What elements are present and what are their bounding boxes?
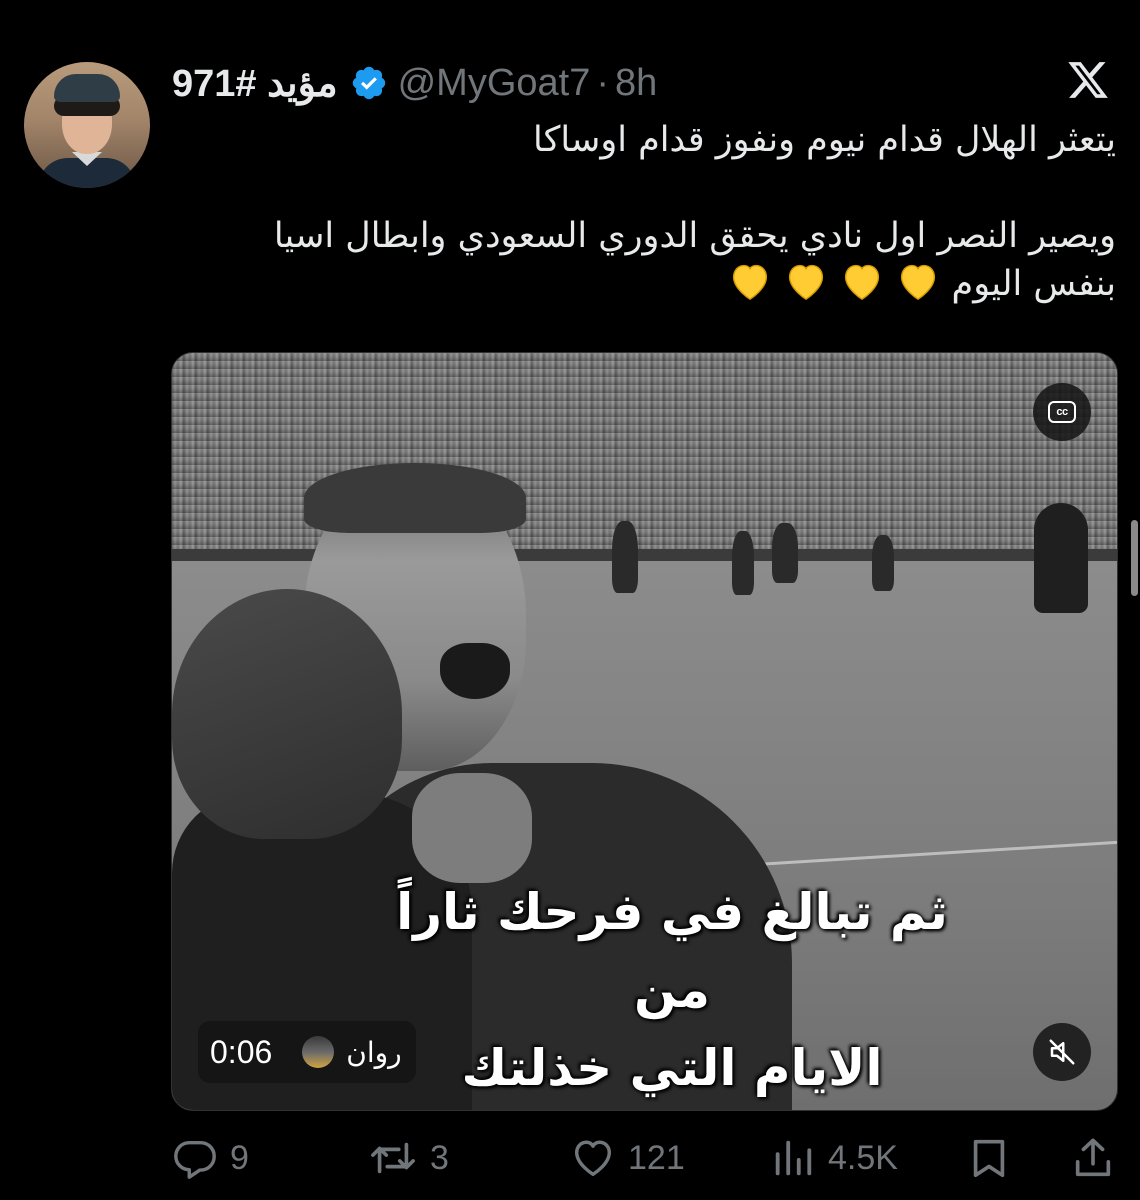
repost-count: 3 bbox=[430, 1138, 449, 1177]
closed-captions-button[interactable]: cc bbox=[1033, 383, 1091, 441]
yellow-heart-icon bbox=[900, 264, 935, 301]
reply-icon bbox=[174, 1140, 216, 1179]
display-name[interactable]: مؤيد #971 bbox=[172, 61, 338, 106]
yellow-heart-icon bbox=[788, 264, 823, 301]
scrollbar[interactable] bbox=[1131, 520, 1138, 596]
heart-outline-icon bbox=[574, 1140, 612, 1177]
separator-dot: · bbox=[596, 61, 610, 104]
like-count: 121 bbox=[628, 1138, 685, 1177]
video-duration: 0:06 bbox=[210, 1033, 273, 1070]
yellow-heart-icon bbox=[732, 264, 767, 301]
user-handle[interactable]: @MyGoat7 bbox=[398, 62, 591, 105]
video-caption-line-2: الايام التي خذلتك bbox=[461, 1039, 883, 1097]
mute-button[interactable] bbox=[1033, 1023, 1091, 1081]
reply-count: 9 bbox=[230, 1138, 249, 1177]
timestamp[interactable]: 8h bbox=[615, 62, 657, 105]
yellow-heart-icon bbox=[844, 264, 879, 301]
tweet-text: يتعثر الهلال قدام نيوم ونفوز قدام اوساكا… bbox=[172, 116, 1116, 308]
tweet-line-2: ويصير النصر اول نادي يحقق الدوري السعودي… bbox=[273, 216, 1116, 256]
verified-badge-icon bbox=[352, 66, 385, 100]
video-player[interactable]: ثم تبالغ في فرحك ثاراً من الايام التي خذ… bbox=[171, 352, 1118, 1111]
tweet-header: مؤيد #971 @MyGoat7 · 8h bbox=[172, 56, 657, 110]
tweet-page: مؤيد #971 @MyGoat7 · 8h يتعثر الهلال قدا… bbox=[0, 0, 1140, 1200]
views-chart-icon bbox=[775, 1140, 812, 1176]
avatar[interactable] bbox=[24, 62, 150, 188]
repost-button[interactable]: 3 bbox=[368, 1130, 449, 1186]
tweet-line-3-text: بنفس اليوم bbox=[951, 264, 1116, 304]
video-frame-child bbox=[172, 589, 402, 839]
reply-button[interactable]: 9 bbox=[172, 1130, 249, 1186]
views-button[interactable]: 4.5K bbox=[770, 1130, 898, 1186]
speaker-muted-icon bbox=[1049, 1039, 1075, 1065]
uploader-name: روان bbox=[346, 1035, 402, 1069]
tweet-action-bar: 9 3 121 4.5K bbox=[172, 1130, 1116, 1186]
closed-captions-icon: cc bbox=[1048, 401, 1076, 423]
x-logo-icon[interactable] bbox=[1066, 58, 1110, 102]
bookmark-icon bbox=[973, 1139, 1005, 1178]
views-count: 4.5K bbox=[828, 1138, 898, 1177]
share-button[interactable] bbox=[1070, 1130, 1116, 1186]
bookmark-button[interactable] bbox=[966, 1130, 1012, 1186]
tweet-line-1: يتعثر الهلال قدام نيوم ونفوز قدام اوساكا bbox=[533, 120, 1116, 160]
uploader-avatar bbox=[302, 1036, 335, 1068]
repost-icon bbox=[371, 1142, 415, 1174]
like-button[interactable]: 121 bbox=[570, 1130, 685, 1186]
video-info-badge: 0:06 روان bbox=[198, 1021, 416, 1083]
video-frame-runner bbox=[1034, 503, 1088, 613]
video-caption-line-1: ثم تبالغ في فرحك ثاراً من bbox=[396, 883, 948, 1019]
video-caption: ثم تبالغ في فرحك ثاراً من الايام التي خذ… bbox=[352, 873, 992, 1107]
share-icon bbox=[1075, 1138, 1111, 1177]
tweet-line-3: بنفس اليوم bbox=[172, 260, 1116, 308]
